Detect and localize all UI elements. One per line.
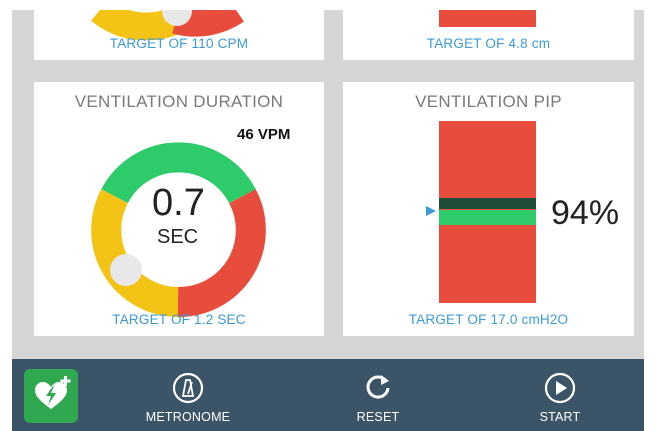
screen: TARGET OF 110 CPM TARGET OF 4.8 cm VENTI… <box>12 10 644 431</box>
pip-title: VENTILATION PIP <box>415 92 562 111</box>
depth-bar-partial <box>439 10 536 27</box>
ventilation-duration-card: VENTILATION DURATION 46 VPM 0.7 SEC TARG… <box>34 82 324 336</box>
reset-label: RESET <box>356 410 400 424</box>
depth-target-label: TARGET OF 4.8 cm <box>426 36 551 51</box>
metronome-label: METRONOME <box>145 410 231 424</box>
duration-value: 0.7 <box>152 182 205 224</box>
play-icon <box>544 372 576 404</box>
rate-target-label: TARGET OF 110 CPM <box>109 36 249 51</box>
gauge-indicator-knob <box>110 254 142 286</box>
aed-button[interactable] <box>24 369 78 423</box>
compression-rate-card: TARGET OF 110 CPM <box>34 10 324 60</box>
start-button[interactable]: START <box>500 359 620 431</box>
pip-target-label: TARGET OF 17.0 cmH2O <box>408 312 569 327</box>
pip-pointer-icon <box>426 206 436 216</box>
duration-unit: SEC <box>157 226 199 248</box>
bottom-toolbar: METRONOME RESET START <box>12 359 644 431</box>
reset-icon <box>366 375 390 399</box>
pip-percent: 94% <box>551 194 620 232</box>
start-label: START <box>539 410 581 424</box>
metronome-button[interactable]: METRONOME <box>128 359 248 431</box>
pip-target-zone <box>439 210 536 225</box>
pip-current-level <box>439 198 536 209</box>
duration-target-label: TARGET OF 1.2 SEC <box>112 312 246 327</box>
metronome-icon <box>172 372 204 404</box>
heart-defibrillator-icon <box>35 376 71 409</box>
ventilation-pip-card: VENTILATION PIP 94% TARGET OF 17.0 cmH2O <box>343 82 634 336</box>
ventilation-rate-label: 46 VPM <box>237 126 291 143</box>
compression-depth-card: TARGET OF 4.8 cm <box>343 10 634 60</box>
pip-bar <box>439 121 536 303</box>
reset-button[interactable]: RESET <box>318 359 438 431</box>
